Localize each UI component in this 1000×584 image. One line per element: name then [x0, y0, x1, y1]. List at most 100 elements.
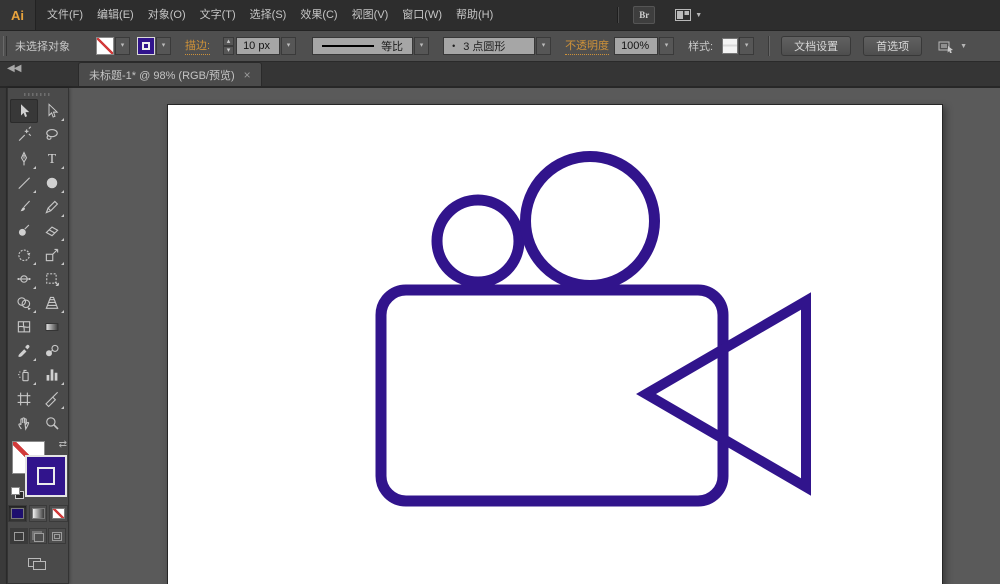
draw-behind-icon [34, 532, 44, 542]
tool-shape-builder[interactable] [10, 291, 38, 315]
work-area: T ⇄ [0, 88, 1000, 584]
select-similar-options-icon[interactable]: ▼ [938, 40, 967, 53]
tool-slice[interactable] [38, 387, 66, 411]
profile-value: 等比 [381, 41, 404, 53]
none-mode-icon [52, 508, 66, 519]
panel-grip-icon[interactable] [24, 93, 52, 96]
tool-paintbrush[interactable] [10, 195, 38, 219]
arrange-documents-icon[interactable]: ▼ [675, 9, 702, 21]
screen-mode-row [8, 553, 68, 573]
stroke-width-stepper[interactable]: ▴ ▾ [223, 37, 235, 55]
drawing-mode-row [8, 528, 68, 544]
style-swatch[interactable] [722, 38, 739, 54]
tool-magic-wand[interactable] [10, 123, 38, 147]
menu-item-1[interactable]: 文件(F) [40, 0, 90, 30]
tool-direct-selection[interactable] [38, 99, 66, 123]
tool-perspective-grid[interactable] [38, 291, 66, 315]
draw-behind-button[interactable] [29, 528, 47, 544]
stroke-width-chevron-icon[interactable]: ▾ [281, 37, 297, 55]
menu-item-2[interactable]: 编辑(E) [90, 0, 141, 30]
menu-bar: Ai 文件(F) 编辑(E) 对象(O) 文字(T) 选择(S) 效果(C) 视图(V) 窗口… [0, 0, 1000, 30]
color-mode-button[interactable] [8, 505, 27, 522]
menu-item-7[interactable]: 视图(V) [345, 0, 396, 30]
opacity-chevron-icon[interactable]: ▾ [659, 37, 675, 55]
menu-item-9[interactable]: 帮助(H) [449, 0, 500, 30]
stroke-dropdown-chevron-icon[interactable]: ▾ [156, 37, 171, 55]
gradient-mode-icon [31, 508, 45, 519]
tool-eraser[interactable] [38, 219, 66, 243]
tool-pencil[interactable] [38, 195, 66, 219]
control-bar-grip[interactable] [3, 36, 7, 56]
width-profile-dropdown[interactable]: 等比 [312, 37, 414, 55]
stroke-well[interactable] [25, 455, 67, 497]
tool-gradient[interactable] [38, 315, 66, 339]
brush-chevron-icon[interactable]: ▾ [536, 37, 552, 55]
color-mode-icon [10, 508, 24, 519]
draw-inside-button[interactable] [48, 528, 66, 544]
stepper-down-icon[interactable]: ▾ [223, 46, 235, 55]
tool-rotate[interactable] [10, 243, 38, 267]
control-bar-divider [768, 36, 770, 56]
tool-selection[interactable] [10, 99, 38, 123]
artboard[interactable] [167, 104, 943, 584]
menu-item-8[interactable]: 窗口(W) [395, 0, 449, 30]
tool-blend[interactable] [38, 339, 66, 363]
style-chevron-icon[interactable]: ▾ [739, 37, 755, 55]
stroke-profile-preview [322, 45, 375, 47]
tool-column-graph[interactable] [38, 363, 66, 387]
opacity-field[interactable]: 100% [614, 37, 659, 55]
stroke-swatch-ring [142, 42, 150, 50]
menu-item-4[interactable]: 文字(T) [193, 0, 243, 30]
profile-chevron-icon[interactable]: ▾ [414, 37, 430, 55]
app-logo[interactable]: Ai [0, 0, 36, 30]
tool-hand[interactable] [10, 411, 38, 435]
tool-width[interactable] [10, 267, 38, 291]
stroke-label[interactable]: 描边: [185, 37, 211, 55]
fill-dropdown-chevron-icon[interactable]: ▾ [115, 37, 130, 55]
tab-bar: ◀◀ 未标题-1* @ 98% (RGB/预览) × [0, 62, 1000, 88]
control-bar: 未选择对象 ▾ ▾ 描边: ▴ ▾ 10 px ▾ 等比 ▾ • 3 点圆形 ▾ … [0, 30, 1000, 62]
tool-blob-brush[interactable] [10, 219, 38, 243]
preferences-button[interactable]: 首选项 [863, 36, 923, 56]
brush-value: 3 点圆形 [463, 41, 506, 53]
tool-free-transform[interactable] [38, 267, 66, 291]
draw-normal-button[interactable] [10, 528, 28, 544]
tool-artboard[interactable] [10, 387, 38, 411]
canvas-area[interactable] [7, 88, 1000, 584]
tool-line-segment[interactable] [10, 171, 38, 195]
none-mode-button[interactable] [49, 505, 69, 522]
default-fill-stroke-icon[interactable] [11, 487, 26, 500]
tool-mesh[interactable] [10, 315, 38, 339]
svg-text:T: T [48, 151, 57, 166]
tool-zoom[interactable] [38, 411, 66, 435]
opacity-label[interactable]: 不透明度 [565, 37, 610, 55]
stroke-width-field[interactable]: 10 px [236, 37, 281, 55]
swap-fill-stroke-icon[interactable]: ⇄ [59, 439, 67, 450]
draw-normal-icon [14, 531, 24, 541]
gradient-mode-button[interactable] [28, 505, 48, 522]
tool-symbol-sprayer[interactable] [10, 363, 38, 387]
document-setup-button[interactable]: 文档设置 [781, 36, 852, 56]
document-tab[interactable]: 未标题-1* @ 98% (RGB/预览) × [78, 62, 262, 86]
draw-inside-icon [52, 531, 62, 541]
tool-ellipse[interactable] [38, 171, 66, 195]
brush-definition-dropdown[interactable]: • 3 点圆形 [443, 37, 536, 55]
fill-color-swatch[interactable] [96, 37, 114, 55]
arrange-grid-icon [675, 9, 692, 21]
collapse-panels-button[interactable]: ◀◀ [0, 60, 68, 86]
menu-item-6[interactable]: 效果(C) [293, 0, 344, 30]
bridge-launch-icon[interactable]: Br [633, 6, 656, 24]
stepper-up-icon[interactable]: ▴ [223, 37, 235, 46]
screen-mode-button[interactable] [25, 553, 51, 573]
tool-lasso[interactable] [38, 123, 66, 147]
stroke-color-swatch[interactable] [137, 37, 155, 55]
style-label: 样式: [688, 41, 714, 53]
fill-stroke-wells: ⇄ [8, 439, 68, 502]
tool-scale[interactable] [38, 243, 66, 267]
tool-eyedropper[interactable] [10, 339, 38, 363]
tool-type[interactable]: T [38, 147, 66, 171]
menu-item-3[interactable]: 对象(O) [141, 0, 193, 30]
tool-pen[interactable] [10, 147, 38, 171]
tab-close-icon[interactable]: × [244, 68, 251, 82]
menu-item-5[interactable]: 选择(S) [243, 0, 294, 30]
